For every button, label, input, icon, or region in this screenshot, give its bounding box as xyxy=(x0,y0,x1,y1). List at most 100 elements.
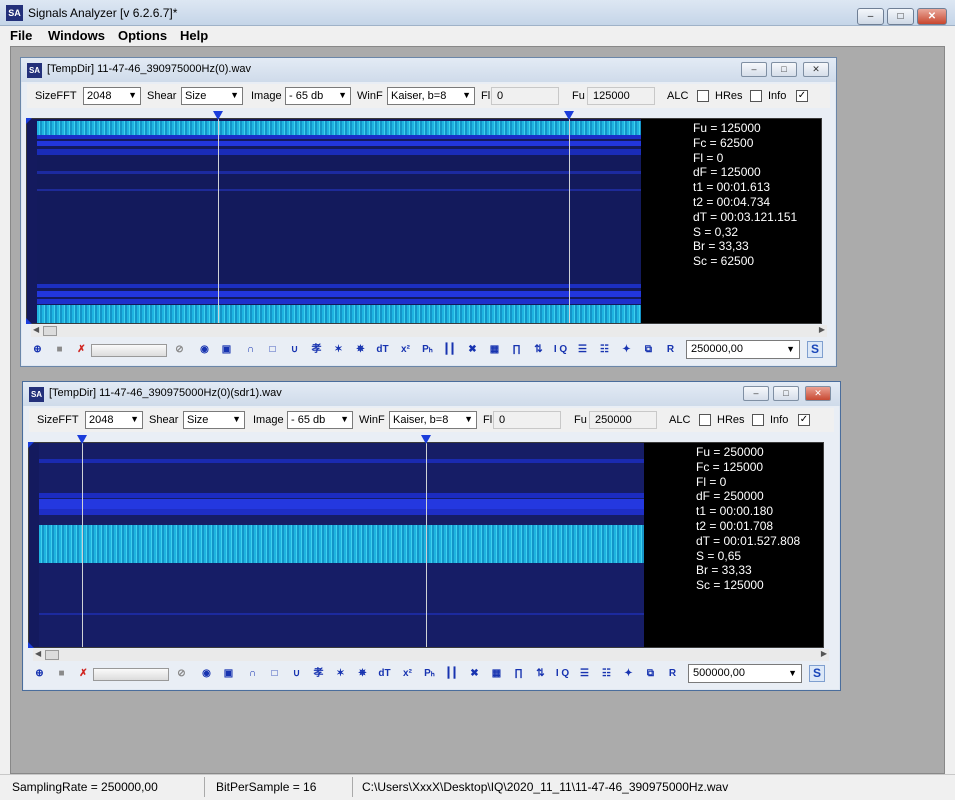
fu-field[interactable]: 250000 xyxy=(589,411,657,429)
iq-icon[interactable]: I Q xyxy=(554,665,571,682)
stop-icon[interactable]: ■ xyxy=(51,341,68,358)
child-titlebar[interactable]: SA [TempDir] 11-47-46_390975000Hz(0)(sdr… xyxy=(23,382,840,406)
child-close-button[interactable]: ✕ xyxy=(805,386,831,401)
sizefft-select[interactable]: 2048 ▼ xyxy=(85,411,143,429)
child-close-button[interactable]: ✕ xyxy=(803,62,829,77)
cross-icon[interactable]: ✖ xyxy=(466,665,483,682)
menu-options[interactable]: Options xyxy=(118,28,167,43)
menu-windows[interactable]: Windows xyxy=(48,28,105,43)
child-minimize-button[interactable]: – xyxy=(743,386,769,401)
child-minimize-button[interactable]: – xyxy=(741,62,767,77)
child-maximize-button[interactable]: □ xyxy=(773,386,799,401)
s-button[interactable]: S xyxy=(807,341,823,358)
cursor-t1-marker-icon[interactable] xyxy=(77,435,87,444)
notch-icon[interactable]: ∪ xyxy=(288,665,305,682)
grid-icon[interactable]: ▦ xyxy=(488,665,505,682)
pulse-icon[interactable]: ∏ xyxy=(508,341,525,358)
fl-field[interactable]: 0 xyxy=(493,411,561,429)
spectrogram-display[interactable]: Fu = 250000 Fc = 125000 Fl = 0 dF = 2500… xyxy=(28,442,824,648)
cross-icon[interactable]: ✖ xyxy=(464,341,481,358)
zoom-in-icon[interactable]: ⊕ xyxy=(31,665,48,682)
frame-icon[interactable]: ▣ xyxy=(218,341,235,358)
grid-icon[interactable]: ▦ xyxy=(486,341,503,358)
fl-field[interactable]: 0 xyxy=(491,87,559,105)
r-icon[interactable]: R xyxy=(662,341,679,358)
image-db-select[interactable]: - 65 db ▼ xyxy=(287,411,353,429)
hres-checkbox[interactable] xyxy=(750,90,762,102)
filter-icon[interactable]: 孝 xyxy=(310,665,327,682)
phase-icon[interactable]: Pₕ xyxy=(421,665,438,682)
gear-icon[interactable]: ✦ xyxy=(618,341,635,358)
demod-fm-icon[interactable]: ✵ xyxy=(354,665,371,682)
iq-icon[interactable]: I Q xyxy=(552,341,569,358)
minimize-button[interactable]: – xyxy=(857,8,884,25)
time-scrollbar[interactable]: ◀ ▶ xyxy=(33,649,829,661)
bars-icon[interactable]: ┃┃ xyxy=(441,341,458,358)
demod-am-icon[interactable]: ✶ xyxy=(332,665,349,682)
window-function-select[interactable]: Kaiser, b=8 ▼ xyxy=(387,87,475,105)
delete-marker-icon[interactable]: ✗ xyxy=(75,665,92,682)
cursor-t1-line[interactable] xyxy=(218,119,219,323)
info-checkbox[interactable]: ✓ xyxy=(798,414,810,426)
menu-file[interactable]: File xyxy=(10,28,32,43)
frequency-select[interactable]: 250000,00 ▼ xyxy=(686,340,800,359)
sizefft-select[interactable]: 2048 ▼ xyxy=(83,87,141,105)
stop-icon[interactable]: ■ xyxy=(53,665,70,682)
cursor-t2-line[interactable] xyxy=(426,443,427,647)
sync-icon[interactable]: ⇅ xyxy=(530,341,547,358)
x-squared-icon[interactable]: x² xyxy=(399,665,416,682)
info-checkbox[interactable]: ✓ xyxy=(796,90,808,102)
bars-icon[interactable]: ┃┃ xyxy=(443,665,460,682)
menu-help[interactable]: Help xyxy=(180,28,208,43)
spectrogram-window-1[interactable]: SA [TempDir] 11-47-46_390975000Hz(0).wav… xyxy=(20,57,837,367)
frame-icon[interactable]: ▣ xyxy=(220,665,237,682)
s-button[interactable]: S xyxy=(809,665,825,682)
bandpass-icon[interactable]: ∩ xyxy=(242,341,259,358)
square-icon[interactable]: □ xyxy=(264,341,281,358)
child-titlebar[interactable]: SA [TempDir] 11-47-46_390975000Hz(0).wav… xyxy=(21,58,836,82)
square-icon[interactable]: □ xyxy=(266,665,283,682)
frequency-select[interactable]: 500000,00 ▼ xyxy=(688,664,802,683)
window-function-select[interactable]: Kaiser, b=8 ▼ xyxy=(389,411,477,429)
cursor-t2-marker-icon[interactable] xyxy=(421,435,431,444)
notch-icon[interactable]: ∪ xyxy=(286,341,303,358)
hres-checkbox[interactable] xyxy=(752,414,764,426)
pattern2-icon[interactable]: ☷ xyxy=(598,665,615,682)
playback-slider[interactable] xyxy=(93,668,169,681)
scroll-left-icon[interactable]: ◀ xyxy=(33,325,39,334)
scroll-right-icon[interactable]: ▶ xyxy=(819,325,825,334)
shear-select[interactable]: Size ▼ xyxy=(183,411,245,429)
scroll-right-icon[interactable]: ▶ xyxy=(821,649,827,658)
sync-icon[interactable]: ⇅ xyxy=(532,665,549,682)
cursor-t2-line[interactable] xyxy=(569,119,570,323)
image-db-select[interactable]: - 65 db ▼ xyxy=(285,87,351,105)
pattern-icon[interactable]: ☰ xyxy=(576,665,593,682)
cursor-t2-marker-icon[interactable] xyxy=(564,111,574,120)
speaker-icon[interactable]: ◉ xyxy=(198,665,215,682)
zoom-in-icon[interactable]: ⊕ xyxy=(29,341,46,358)
alc-checkbox[interactable] xyxy=(699,414,711,426)
filter-icon[interactable]: 孝 xyxy=(308,341,325,358)
playback-slider[interactable] xyxy=(91,344,167,357)
close-button[interactable]: ✕ xyxy=(917,8,947,25)
cursor-t1-line[interactable] xyxy=(82,443,83,647)
dt-icon[interactable]: dT xyxy=(376,665,393,682)
disable-icon[interactable]: ⊘ xyxy=(171,341,188,358)
demod-fm-icon[interactable]: ✵ xyxy=(352,341,369,358)
pattern-icon[interactable]: ☰ xyxy=(574,341,591,358)
child-maximize-button[interactable]: □ xyxy=(771,62,797,77)
pattern2-icon[interactable]: ☷ xyxy=(596,341,613,358)
pulse-icon[interactable]: ∏ xyxy=(510,665,527,682)
cursor-t1-marker-icon[interactable] xyxy=(213,111,223,120)
copy-icon[interactable]: ⧉ xyxy=(642,665,659,682)
demod-am-icon[interactable]: ✶ xyxy=(330,341,347,358)
bandpass-icon[interactable]: ∩ xyxy=(244,665,261,682)
copy-icon[interactable]: ⧉ xyxy=(640,341,657,358)
shear-select[interactable]: Size ▼ xyxy=(181,87,243,105)
disable-icon[interactable]: ⊘ xyxy=(173,665,190,682)
spectrogram-display[interactable]: Fu = 125000 Fc = 62500 Fl = 0 dF = 12500… xyxy=(26,118,822,324)
maximize-button[interactable]: □ xyxy=(887,8,914,25)
dt-icon[interactable]: dT xyxy=(374,341,391,358)
speaker-icon[interactable]: ◉ xyxy=(196,341,213,358)
fu-field[interactable]: 125000 xyxy=(587,87,655,105)
